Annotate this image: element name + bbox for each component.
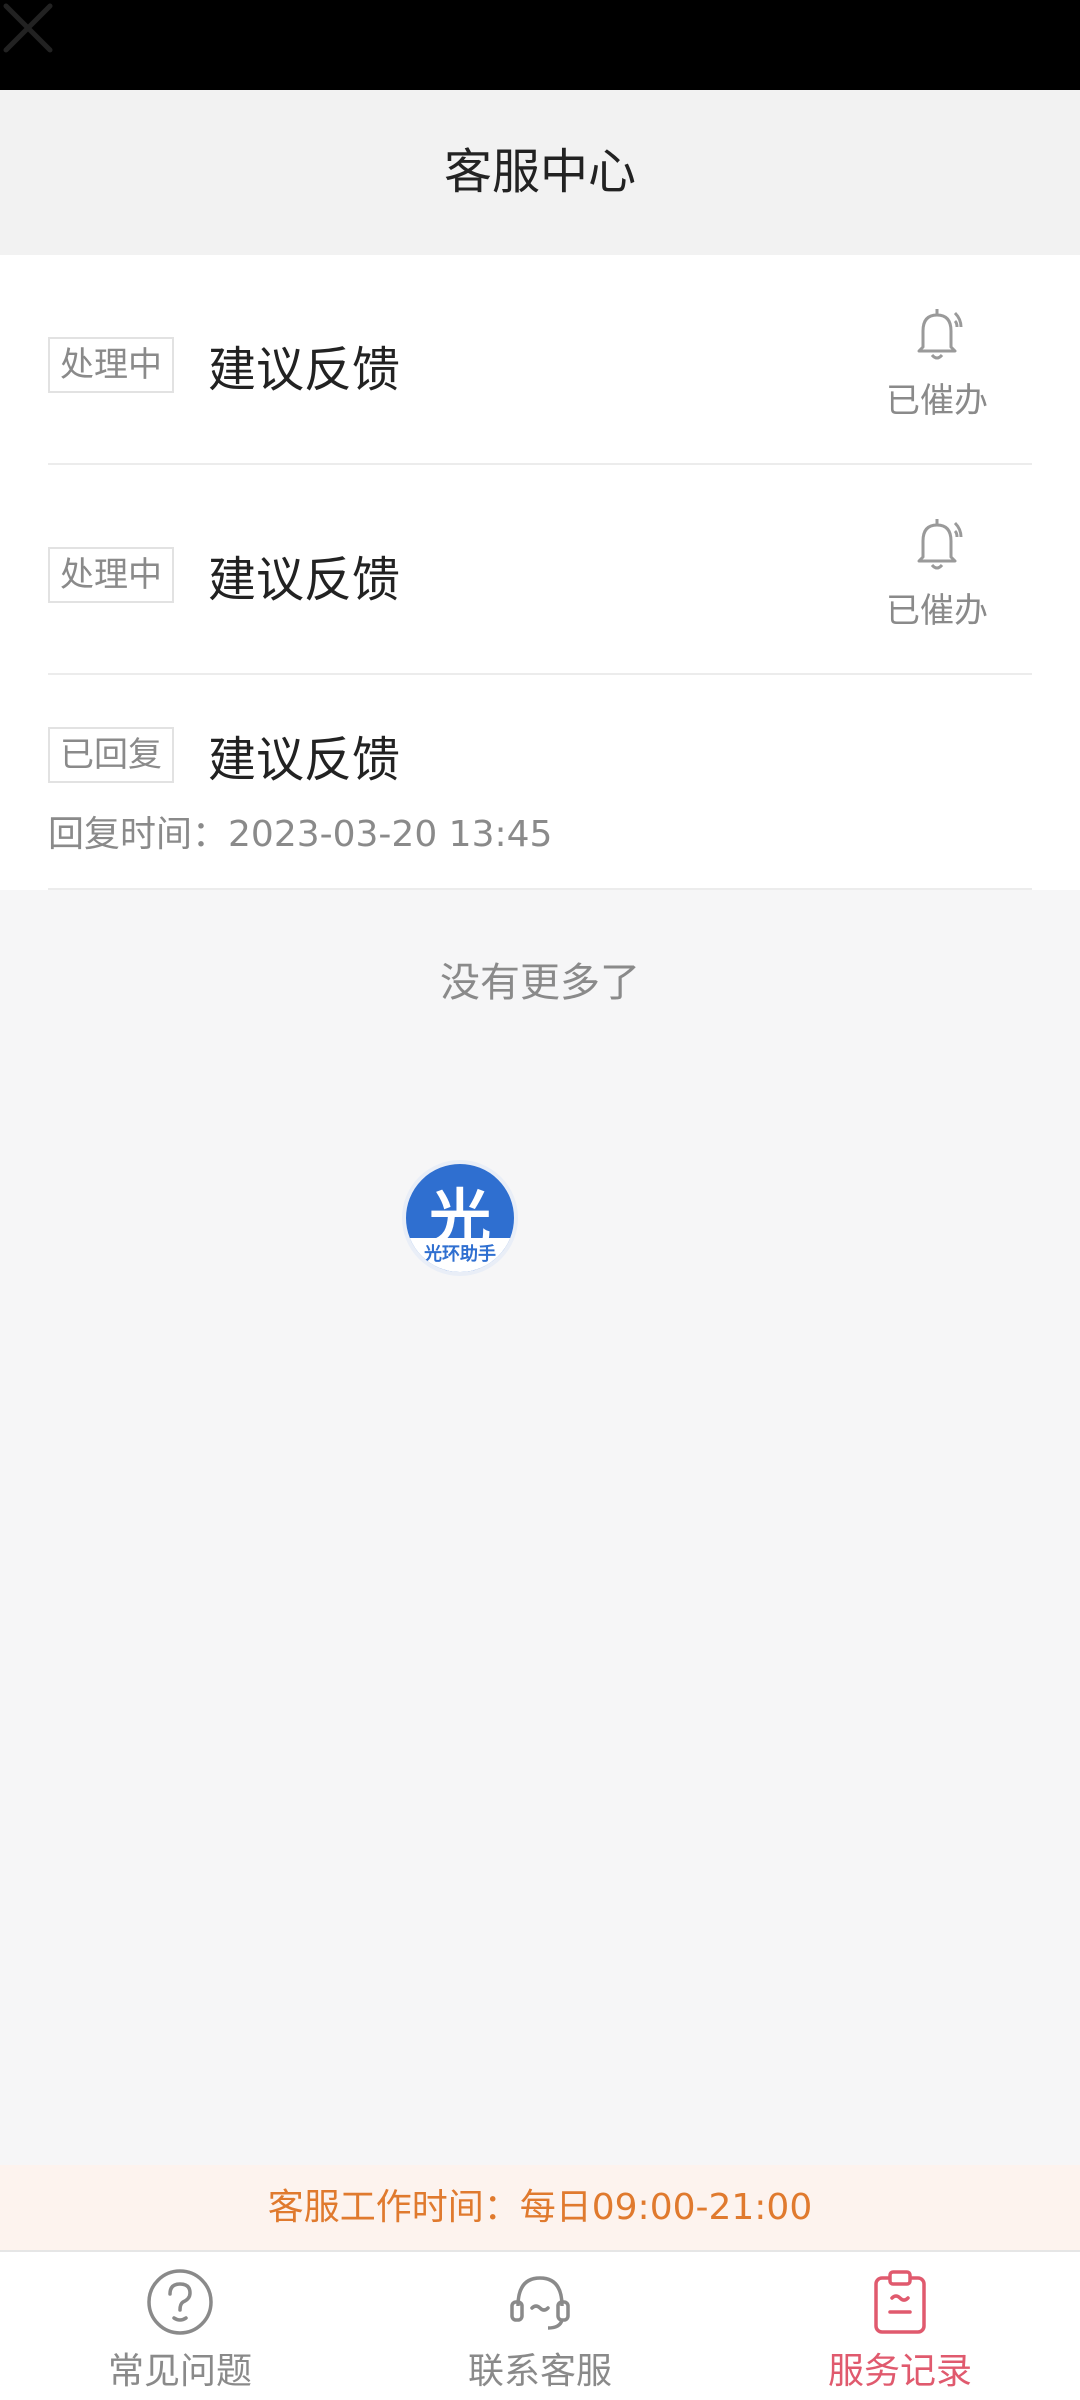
tab-label: 常见问题 bbox=[107, 2351, 252, 2392]
status-badge: 处理中 bbox=[48, 337, 174, 393]
reply-time-label: 回复时间： bbox=[48, 814, 229, 855]
close-icon bbox=[3, 3, 53, 53]
list-end-text: 没有更多了 bbox=[440, 960, 640, 1006]
tab-label: 联系客服 bbox=[467, 2351, 612, 2392]
record-title: 建议反馈 bbox=[208, 552, 401, 608]
record-title: 建议反馈 bbox=[208, 732, 401, 788]
reminder-button[interactable]: 已催办 bbox=[872, 303, 1002, 422]
reminder-button[interactable]: 已催办 bbox=[872, 513, 1002, 632]
bell-icon bbox=[917, 519, 963, 570]
assistant-logo-label: 光环助手 bbox=[406, 1238, 514, 1272]
tab-faq[interactable]: 常见问题 bbox=[60, 2252, 300, 2400]
close-button[interactable] bbox=[0, 0, 56, 60]
clipboard-icon bbox=[874, 2270, 926, 2334]
question-circle-icon bbox=[147, 2269, 213, 2335]
reply-time: 回复时间：2023-03-20 13:45 bbox=[48, 805, 552, 857]
bottom-tab-bar: 常见问题 联系客服 服务记录 bbox=[0, 2250, 1080, 2400]
status-bar bbox=[0, 0, 1080, 90]
list-item[interactable]: 处理中 建议反馈 已催办 bbox=[48, 465, 1032, 675]
floating-assistant-button[interactable]: 光 光环助手 bbox=[402, 1160, 518, 1276]
record-title: 建议反馈 bbox=[208, 342, 401, 398]
reply-time-value: 2023-03-20 13:45 bbox=[228, 814, 553, 855]
headset-icon bbox=[510, 2276, 570, 2330]
tab-label: 服务记录 bbox=[827, 2351, 972, 2392]
header: 客服中心 bbox=[0, 90, 1080, 255]
status-badge: 处理中 bbox=[48, 547, 174, 603]
status-badge: 已回复 bbox=[48, 727, 174, 783]
reminder-label: 已催办 bbox=[886, 591, 988, 631]
list-item[interactable]: 已回复 建议反馈 回复时间：2023-03-20 13:45 bbox=[48, 675, 1032, 890]
reminder-label: 已催办 bbox=[886, 381, 988, 421]
bell-icon bbox=[917, 309, 963, 360]
page-title: 客服中心 bbox=[443, 144, 636, 200]
list-item[interactable]: 处理中 建议反馈 已催办 bbox=[48, 255, 1032, 465]
tab-contact-support[interactable]: 联系客服 bbox=[420, 2252, 660, 2400]
service-hours-notice: 客服工作时间：每日09:00-21:00 bbox=[0, 2165, 1080, 2250]
service-record-list: 处理中 建议反馈 已催办 处理中 建议反馈 已催办 已回复 建议反馈 回复时间：… bbox=[0, 255, 1080, 890]
tab-service-records[interactable]: 服务记录 bbox=[780, 2252, 1020, 2400]
